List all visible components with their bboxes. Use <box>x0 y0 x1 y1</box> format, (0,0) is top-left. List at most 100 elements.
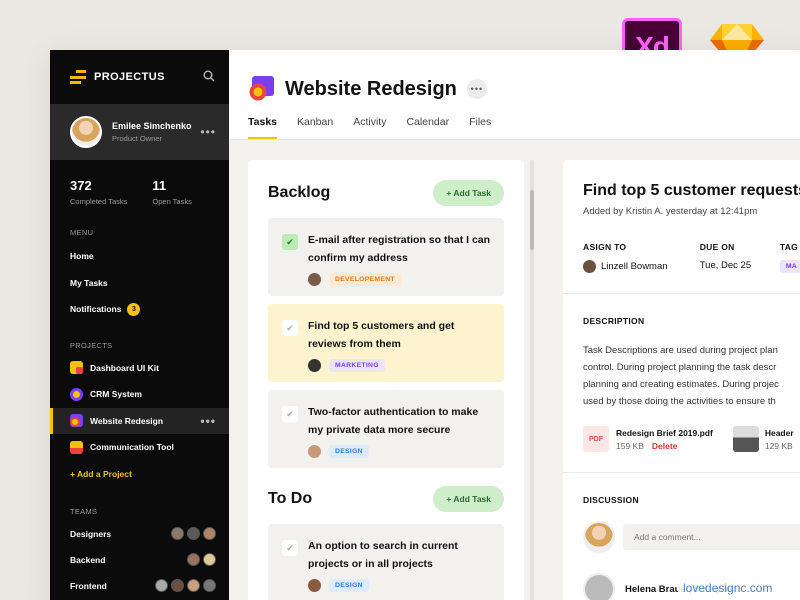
menu-item-label: My Tasks <box>70 277 108 288</box>
task-detail-subtitle: Added by Kristin A. yesterday at 12:41pm <box>583 206 758 217</box>
more-icon[interactable]: ••• <box>466 79 487 99</box>
menu-section-title: MENU <box>70 228 94 237</box>
avatar <box>187 553 200 566</box>
due-field: DUE ON Tue, Dec 25 <box>700 242 780 273</box>
menu-item-my-tasks[interactable]: My Tasks <box>50 270 229 297</box>
project-label: Communication Tool <box>90 442 174 453</box>
column-header: Backlog + Add Task <box>268 180 504 206</box>
main-content: Website Redesign ••• Tasks Kanban Activi… <box>229 50 800 600</box>
image-thumbnail <box>732 426 759 452</box>
checkbox-icon[interactable]: ✔ <box>282 540 298 556</box>
description-title: DESCRIPTION <box>583 316 645 326</box>
avatar <box>308 359 321 372</box>
checkbox-icon[interactable]: ✔ <box>282 406 298 422</box>
more-icon[interactable]: ••• <box>200 415 216 427</box>
tab-calendar[interactable]: Calendar <box>406 116 449 139</box>
scrollbar[interactable] <box>530 160 534 600</box>
project-item-communication-tool[interactable]: Communication Tool <box>50 434 229 461</box>
tab-files[interactable]: Files <box>469 116 491 139</box>
team-item-designers[interactable]: Designers <box>50 521 229 547</box>
page-title: Website Redesign <box>285 77 457 100</box>
file-size: 129 KB <box>764 440 793 451</box>
project-item-crm-system[interactable]: CRM System <box>50 381 229 408</box>
task-title: An option to search in current projects … <box>308 540 458 570</box>
tag-badge: DEVELOPEMENT <box>329 273 401 286</box>
logo-icon <box>70 70 86 84</box>
tab-kanban[interactable]: Kanban <box>297 116 333 139</box>
task-card[interactable]: ✔ An option to search in current project… <box>268 524 504 600</box>
stat-value: 372 <box>70 178 92 193</box>
avatar <box>203 527 216 540</box>
column-header: To Do + Add Task <box>268 486 504 512</box>
description-line: used by those doing the activities to en… <box>583 396 776 407</box>
team-item-frontend[interactable]: Frontend <box>50 573 229 599</box>
avatar <box>583 260 596 273</box>
attachment-pdf[interactable]: PDF Redesign Brief 2019.pdf 159 KB Delete <box>583 426 713 452</box>
project-label: Website Redesign <box>90 415 164 426</box>
avatar <box>583 521 615 553</box>
user-role: Product Owner <box>112 134 163 143</box>
task-description: Task Descriptions are used during projec… <box>583 342 800 410</box>
projects-section-title: PROJECTS <box>70 340 113 350</box>
project-icon <box>70 361 83 375</box>
team-label: Frontend <box>70 580 107 591</box>
menu-item-notifications[interactable]: Notifications 3 <box>50 296 229 323</box>
avatar <box>583 573 615 600</box>
description-line: planning and creating estimates. During … <box>583 379 779 390</box>
team-avatars <box>171 527 216 540</box>
notification-badge: 3 <box>127 302 141 316</box>
task-card[interactable]: ✔ E-mail after registration so that I ca… <box>268 218 504 296</box>
stat-label: Completed Tasks <box>70 197 128 206</box>
stat-label: Open Tasks <box>152 197 192 206</box>
tab-activity[interactable]: Activity <box>353 116 386 139</box>
stat-completed: 372 Completed Tasks <box>70 178 127 206</box>
project-icon <box>70 414 83 428</box>
tab-tasks[interactable]: Tasks <box>248 116 277 139</box>
avatar <box>171 527 184 540</box>
team-item-backend[interactable]: Backend <box>50 547 229 573</box>
avatar <box>203 579 216 592</box>
menu-item-home[interactable]: Home <box>50 243 229 270</box>
task-detail-title: Find top 5 customer requests <box>583 182 800 199</box>
divider <box>563 472 800 473</box>
stats: 372 Completed Tasks 11 Open Tasks <box>50 160 229 206</box>
app-window: PROJECTUS Emilee Simchenko Product Owner… <box>50 50 800 600</box>
comment-row: Add a comment... <box>583 521 800 553</box>
project-icon <box>249 76 274 101</box>
task-detail-panel: Find top 5 customer requests Added by Kr… <box>563 160 800 600</box>
comment-input[interactable]: Add a comment... <box>623 524 800 550</box>
task-title: Find top 5 customers and get reviews fro… <box>308 320 455 350</box>
assignee[interactable]: Linzell Bowman <box>583 260 700 273</box>
delete-link[interactable]: Delete <box>652 441 678 451</box>
add-task-button[interactable]: + Add Task <box>433 486 504 512</box>
tag-badge: MARKETING <box>329 359 385 372</box>
attachment-image[interactable]: Header 129 KB <box>732 426 794 452</box>
task-card[interactable]: ✔ Two-factor authentication to make my p… <box>268 390 504 468</box>
avatar <box>187 527 200 540</box>
meta-label: TAG <box>779 242 799 252</box>
team-avatars <box>155 579 216 592</box>
avatar <box>308 273 321 286</box>
add-project-link[interactable]: + Add a Project <box>50 461 229 487</box>
file-size: 159 KB <box>616 440 644 451</box>
assignee-name: Linzell Bowman <box>601 261 668 272</box>
file-name: Header <box>764 427 794 438</box>
team-label: Backend <box>70 554 106 565</box>
divider <box>563 293 800 294</box>
column-title: To Do <box>268 490 313 507</box>
user-card[interactable]: Emilee Simchenko Product Owner ••• <box>50 104 229 160</box>
search-icon[interactable] <box>203 70 215 82</box>
project-item-website-redesign[interactable]: Website Redesign ••• <box>50 407 229 434</box>
due-date[interactable]: Tue, Dec 25 <box>700 260 780 271</box>
checkbox-checked-icon[interactable]: ✔ <box>282 234 298 250</box>
project-icon <box>70 440 83 454</box>
task-title: Two-factor authentication to make my pri… <box>308 406 479 436</box>
project-item-dashboard-ui-kit[interactable]: Dashboard UI Kit <box>50 355 229 382</box>
tag-badge: DESIGN <box>329 579 369 592</box>
more-icon[interactable]: ••• <box>200 126 216 138</box>
add-task-button[interactable]: + Add Task <box>433 180 504 206</box>
tag-badge: MA <box>779 260 800 273</box>
task-card[interactable]: ✔ Find top 5 customers and get reviews f… <box>268 304 504 382</box>
scrollbar-thumb[interactable] <box>530 190 534 250</box>
checkbox-icon[interactable]: ✔ <box>282 320 298 336</box>
